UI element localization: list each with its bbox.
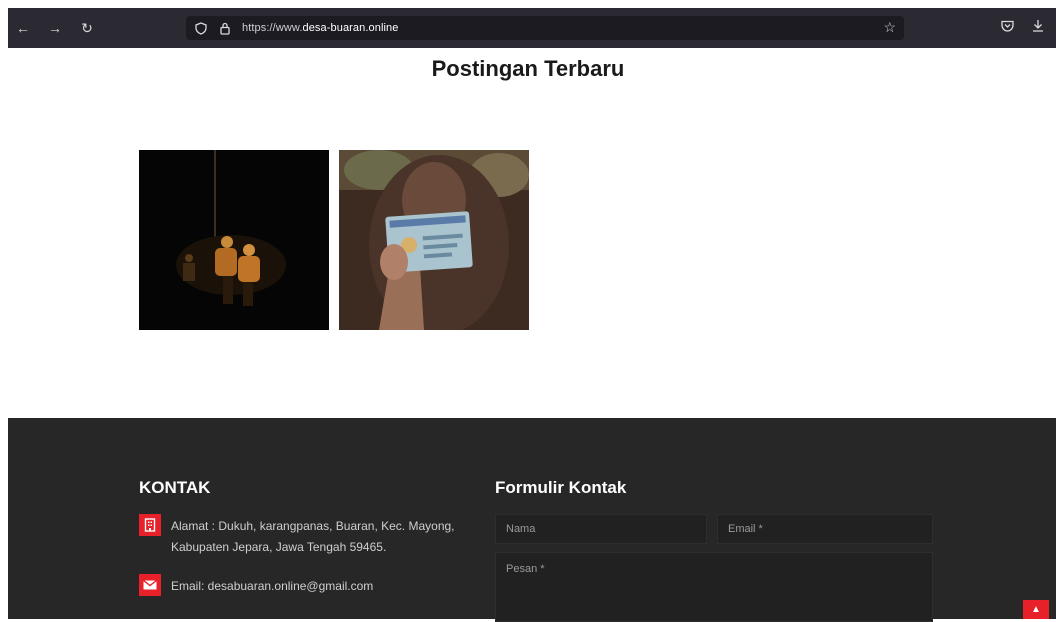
name-field[interactable]: Nama bbox=[495, 514, 707, 544]
lock-icon[interactable] bbox=[216, 19, 234, 37]
site-footer: KONTAK Alamat : Dukuh, karangpanas, Buar… bbox=[8, 418, 1056, 622]
form-row: Nama Email * bbox=[495, 514, 935, 544]
address-bar[interactable]: https://www.desa-buaran.online ☆ bbox=[186, 16, 904, 40]
contact-form: Formulir Kontak Nama Email * Pesan * bbox=[495, 478, 935, 622]
post-thumbnail-1[interactable] bbox=[139, 150, 329, 330]
url-host: desa-buaran.online bbox=[302, 22, 399, 34]
form-heading: Formulir Kontak bbox=[495, 478, 627, 497]
shield-icon[interactable] bbox=[192, 19, 210, 37]
email-text[interactable]: Email: desabuaran.online@gmail.com bbox=[171, 576, 373, 597]
page-title: Postingan Terbaru bbox=[431, 56, 625, 81]
toolbar-right-icons bbox=[1001, 19, 1044, 35]
download-icon[interactable] bbox=[1032, 19, 1044, 35]
nav-buttons: ← → ↻ bbox=[14, 19, 96, 37]
reload-icon[interactable]: ↻ bbox=[78, 19, 96, 37]
forward-icon[interactable]: → bbox=[46, 19, 64, 37]
post-thumbnail-image-2 bbox=[339, 150, 529, 330]
address-info: Alamat : Dukuh, karangpanas, Buaran, Kec… bbox=[139, 514, 479, 558]
contact-heading: KONTAK bbox=[139, 478, 211, 497]
back-icon[interactable]: ← bbox=[14, 19, 32, 37]
url-prefix: https://www. bbox=[242, 22, 303, 34]
address-text: Alamat : Dukuh, karangpanas, Buaran, Kec… bbox=[171, 519, 455, 554]
chevron-up-icon: ▲ bbox=[1031, 604, 1041, 615]
building-icon bbox=[139, 514, 161, 536]
post-thumbnail-image-1 bbox=[139, 150, 329, 330]
pocket-icon[interactable] bbox=[1001, 19, 1014, 35]
message-field[interactable]: Pesan * bbox=[495, 552, 933, 622]
email-field[interactable]: Email * bbox=[717, 514, 933, 544]
star-icon[interactable]: ☆ bbox=[883, 19, 896, 36]
email-info: Email: desabuaran.online@gmail.com bbox=[139, 574, 479, 597]
url-text[interactable]: https://www.desa-buaran.online bbox=[242, 22, 398, 34]
mail-icon bbox=[139, 574, 161, 596]
post-thumbnail-2[interactable] bbox=[339, 150, 529, 330]
contact-column: KONTAK Alamat : Dukuh, karangpanas, Buar… bbox=[139, 478, 479, 597]
scroll-to-top-button[interactable]: ▲ bbox=[1023, 600, 1049, 619]
browser-toolbar: ← → ↻ https://www.desa-buaran.online ☆ bbox=[8, 8, 1056, 48]
